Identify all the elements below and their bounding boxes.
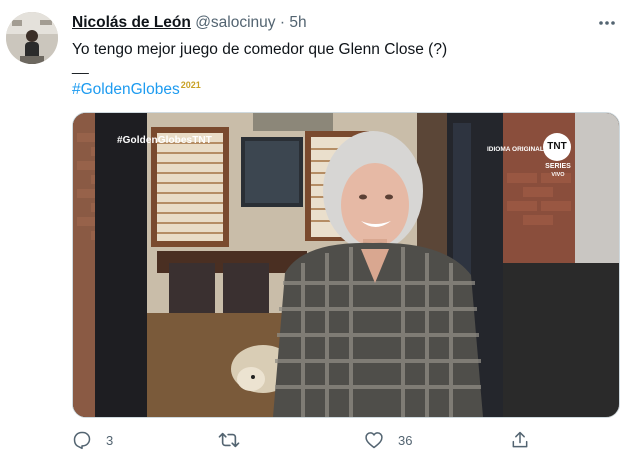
tweet-header: Nicolás de León @salocinuy · 5h (72, 14, 307, 32)
author-name[interactable]: Nicolás de León (72, 14, 191, 31)
tweet-text: Yo tengo mejor juego de comedor que Glen… (72, 40, 602, 59)
reply-count: 3 (106, 432, 114, 448)
heart-icon (365, 432, 383, 449)
share-button[interactable] (510, 428, 530, 452)
like-count: 36 (398, 432, 413, 448)
retweet-button[interactable] (218, 428, 254, 452)
media-series-label: SERIES (545, 163, 571, 170)
tweet-text-line-2: __ (72, 58, 89, 75)
like-button[interactable]: 36 (364, 428, 412, 452)
tnt-logo: TNT (543, 133, 571, 161)
media-video-frame (73, 113, 619, 417)
author-handle[interactable]: @salocinuy (195, 14, 275, 31)
tweet-text-line-1: Yo tengo mejor juego de comedor que Glen… (72, 41, 448, 58)
reply-button[interactable]: 3 (72, 428, 113, 452)
hashtag-row: #GoldenGlobes2021 (72, 80, 201, 99)
retweet-icon (218, 432, 240, 448)
tweet-media[interactable]: #GoldenGlobesTNT IDIOMA ORIGINAL TNT SER… (72, 112, 620, 418)
media-vivo-label: VIVO (551, 172, 565, 178)
hashtag-flair: 2021 (180, 80, 201, 90)
avatar[interactable] (6, 12, 58, 64)
more-icon[interactable] (597, 14, 619, 32)
hashtag-link[interactable]: #GoldenGlobes (72, 81, 180, 98)
share-icon (512, 431, 528, 448)
separator-dot: · (279, 14, 286, 31)
tweet-time[interactable]: 5h (289, 14, 306, 31)
media-overlay-tag: #GoldenGlobesTNT (117, 135, 212, 146)
reply-icon (73, 431, 91, 450)
tweet-actions: 3 36 (72, 428, 618, 452)
media-idioma-label: IDIOMA ORIGINAL (487, 146, 544, 153)
tweet: Nicolás de León @salocinuy · 5h Yo tengo… (0, 0, 624, 467)
